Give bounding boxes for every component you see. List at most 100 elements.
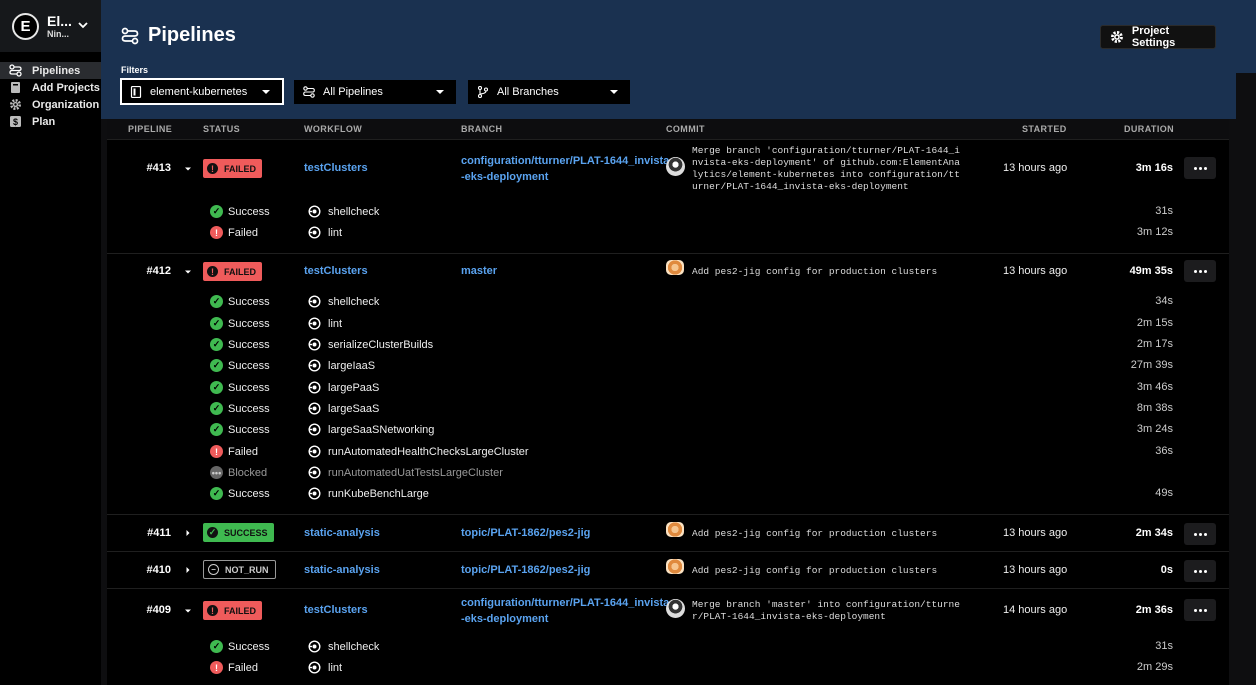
branch-link[interactable]: master <box>461 263 497 279</box>
status-badge: ✓ SUCCESS <box>203 523 274 542</box>
job-name[interactable]: runKubeBenchLarge <box>328 488 429 500</box>
job-row[interactable]: ! Failed lint 3m 12s <box>107 222 1229 243</box>
branch-link[interactable]: configuration/tturner/PLAT-1644_invista -… <box>461 595 669 627</box>
org-switcher[interactable]: E El... Nin... <box>0 0 101 52</box>
chevron-down-icon[interactable] <box>184 607 192 615</box>
job-name[interactable]: largeIaaS <box>328 360 375 372</box>
chevron-down-icon[interactable] <box>184 268 192 276</box>
commit-message[interactable]: Merge branch 'configuration/tturner/PLAT… <box>692 145 960 193</box>
job-row[interactable]: ✓ Success largeSaaSNetworking 3m 24s <box>107 419 1229 440</box>
pipeline-id[interactable]: #413 <box>107 162 171 174</box>
check-circle-icon: ✓ <box>210 423 223 436</box>
workflow-link[interactable]: testClusters <box>304 162 368 174</box>
org-subtitle: Nin... <box>47 29 69 39</box>
job-row[interactable]: ✓ Success serializeClusterBuilds 2m 17s <box>107 334 1229 355</box>
job-row[interactable]: ✓ Success lint 2m 15s <box>107 313 1229 334</box>
job-row[interactable]: ! Failed lint 2m 29s <box>107 657 1229 678</box>
job-name[interactable]: runAutomatedHealthChecksLargeCluster <box>328 446 529 458</box>
job-row[interactable]: ✓ Success shellcheck 34s <box>107 291 1229 312</box>
sidebar-item-organization-settings[interactable]: Organization Settings <box>0 96 101 113</box>
commit-message[interactable]: Add pes2-jig config for production clust… <box>692 266 937 278</box>
check-circle-icon: ✓ <box>210 317 223 330</box>
job-name[interactable]: shellcheck <box>328 206 379 218</box>
more-actions-button[interactable] <box>1184 523 1216 545</box>
more-actions-button[interactable] <box>1184 157 1216 179</box>
commit-message[interactable]: Add pes2-jig config for production clust… <box>692 528 937 540</box>
job-duration: 36s <box>1155 445 1173 457</box>
job-row[interactable]: ✓ Success largeSaaS 8m 38s <box>107 398 1229 419</box>
sidebar-item-label: Pipelines <box>32 64 81 77</box>
branch-link[interactable]: topic/PLAT-1862/pes2-jig <box>461 562 590 578</box>
commit-message[interactable]: Merge branch 'master' into configuration… <box>692 599 960 623</box>
workflow-link[interactable]: testClusters <box>304 265 368 277</box>
sidebar-item-plan[interactable]: $ Plan <box>0 113 101 130</box>
sidebar-item-pipelines[interactable]: Pipelines <box>0 62 101 79</box>
app: E El... Nin... Pipelines Add Projects Or… <box>0 0 1256 685</box>
check-circle-icon: ✓ <box>210 402 223 415</box>
job-icon <box>308 423 321 436</box>
job-duration: 2m 17s <box>1136 338 1173 350</box>
more-actions-button[interactable] <box>1184 260 1216 282</box>
job-duration: 3m 46s <box>1136 381 1173 393</box>
workflow-link[interactable]: static-analysis <box>304 564 380 576</box>
job-name[interactable]: lint <box>328 227 342 239</box>
check-circle-icon: ✓ <box>210 359 223 372</box>
pipeline-row: #410 − NOT_RUN static-analysis topic/PLAT… <box>107 551 1229 588</box>
caret-down-icon <box>262 89 270 94</box>
pipeline-id[interactable]: #412 <box>107 265 171 277</box>
job-icon <box>308 466 321 479</box>
column-header-commit: COMMIT <box>666 124 705 134</box>
chevron-right-icon[interactable] <box>184 566 192 574</box>
alert-circle-icon: ! <box>210 226 223 239</box>
job-name[interactable]: largeSaaSNetworking <box>328 424 434 436</box>
more-actions-button[interactable] <box>1184 560 1216 582</box>
job-duration: 49s <box>1155 487 1173 499</box>
pipelines-filter-select[interactable]: All Pipelines <box>294 80 456 104</box>
project-settings-label: Project Settings <box>1131 25 1176 49</box>
pipeline-duration: 3m 16s <box>1135 162 1173 174</box>
branch-icon <box>477 86 489 98</box>
org-logo: E <box>12 12 39 40</box>
check-circle-icon: ✓ <box>210 295 223 308</box>
sidebar-item-label: Organization Settings <box>32 98 101 111</box>
job-name[interactable]: runAutomatedUatTestsLargeCluster <box>328 467 503 479</box>
job-name[interactable]: lint <box>328 662 342 674</box>
branch-link[interactable]: topic/PLAT-1862/pes2-jig <box>461 525 590 541</box>
job-icon <box>308 487 321 500</box>
job-row[interactable]: ✓ Success largeIaaS 27m 39s <box>107 355 1229 376</box>
job-name[interactable]: serializeClusterBuilds <box>328 339 433 351</box>
workflow-link[interactable]: static-analysis <box>304 527 380 539</box>
job-row[interactable]: ✓ Success shellcheck 31s <box>107 201 1229 222</box>
sidebar-item-add-projects[interactable]: Add Projects <box>0 79 101 96</box>
branches-filter-select[interactable]: All Branches <box>468 80 630 104</box>
job-name[interactable]: largeSaaS <box>328 403 379 415</box>
job-row[interactable]: ••• Blocked runAutomatedUatTestsLargeClust… <box>107 462 1229 483</box>
pipeline-id[interactable]: #411 <box>107 527 171 539</box>
job-row[interactable]: ✓ Success largePaaS 3m 46s <box>107 377 1229 398</box>
avatar <box>666 559 684 574</box>
started-time: 13 hours ago <box>1003 265 1068 277</box>
job-name[interactable]: shellcheck <box>328 296 379 308</box>
chevron-right-icon[interactable] <box>184 529 192 537</box>
chevron-down-icon[interactable] <box>184 165 192 173</box>
job-name[interactable]: lint <box>328 318 342 330</box>
dollar-icon: $ <box>10 116 21 127</box>
pipeline-duration: 49m 35s <box>1129 265 1173 277</box>
more-circle-icon: ••• <box>210 466 223 479</box>
job-name[interactable]: shellcheck <box>328 641 379 653</box>
job-row[interactable]: ! Failed runAutomatedHealthChecksLargeClus… <box>107 441 1229 462</box>
workflow-link[interactable]: testClusters <box>304 604 368 616</box>
more-actions-button[interactable] <box>1184 599 1216 621</box>
branch-link[interactable]: configuration/tturner/PLAT-1644_invista -… <box>461 153 669 185</box>
pipeline-id[interactable]: #410 <box>107 564 171 576</box>
status-badge: ! FAILED <box>203 262 263 281</box>
avatar <box>666 599 685 618</box>
project-settings-button[interactable]: Project Settings <box>1100 25 1216 49</box>
job-row[interactable]: ✓ Success shellcheck 31s <box>107 636 1229 657</box>
job-row[interactable]: ✓ Success runKubeBenchLarge 49s <box>107 483 1229 504</box>
gear-icon <box>10 99 21 110</box>
project-filter-select[interactable]: element-kubernetes <box>120 78 284 105</box>
commit-message[interactable]: Add pes2-jig config for production clust… <box>692 565 937 577</box>
pipeline-id[interactable]: #409 <box>107 604 171 616</box>
job-name[interactable]: largePaaS <box>328 382 379 394</box>
